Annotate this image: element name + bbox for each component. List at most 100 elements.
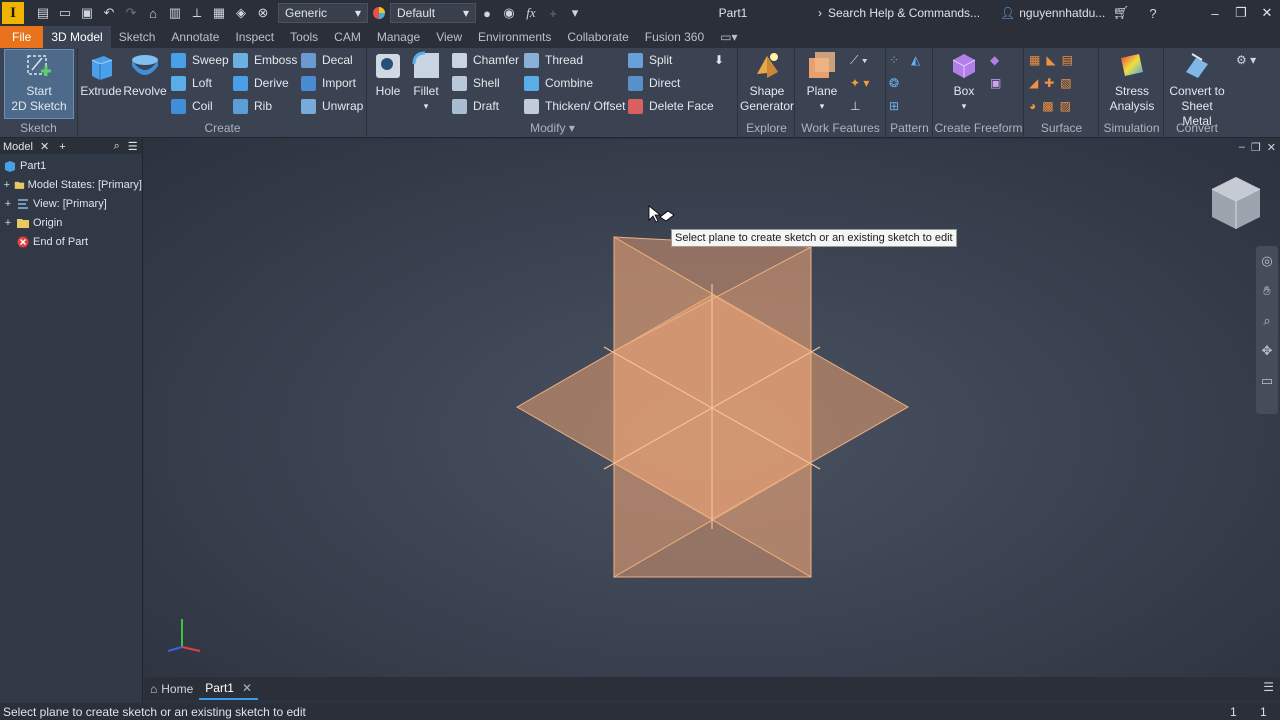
tab-menu-icon[interactable]: ☰ (1263, 680, 1274, 694)
adjust-icon[interactable]: ◉ (498, 2, 520, 24)
box-button[interactable]: Box ▾ (944, 50, 984, 114)
plane-button[interactable]: Plane ▾ (800, 50, 844, 114)
select-mode-icon[interactable]: ◈ (230, 2, 252, 24)
tab-manage[interactable]: Manage (369, 26, 428, 48)
tab-home[interactable]: ⌂ Home (144, 678, 199, 700)
pan-icon[interactable]: ✋︎ (1256, 276, 1278, 306)
import-button[interactable]: Import (301, 73, 356, 93)
decal-button[interactable]: Decal (301, 50, 353, 70)
convert-sheet-metal-button[interactable]: Convert to Sheet Metal (1165, 50, 1229, 129)
coil-button[interactable]: Coil (171, 96, 213, 116)
shape-generator-button[interactable]: Shape Generator (739, 50, 795, 114)
rectangular-pattern-button[interactable]: ⁘ (889, 50, 899, 70)
tree-item-view[interactable]: + View: [Primary] (0, 194, 142, 213)
steering-wheel-icon[interactable]: ◎ (1256, 246, 1278, 276)
home-icon[interactable]: ⌂ (142, 2, 164, 24)
project-icon[interactable]: ▥ (164, 2, 186, 24)
extrude-button[interactable]: Extrude (80, 50, 122, 99)
parameters-icon[interactable]: fx (520, 2, 542, 24)
cart-icon[interactable]: 🛒︎ (1110, 2, 1132, 24)
menu-icon[interactable]: ☰ (128, 140, 138, 153)
plus-icon[interactable]: + (542, 2, 564, 24)
expand-icon[interactable]: + (3, 198, 13, 210)
redo-icon[interactable]: ↷ (120, 2, 142, 24)
measure-icon[interactable]: ⟂ (186, 2, 208, 24)
search-icon[interactable]: ⌕ (114, 140, 120, 153)
close-icon[interactable]: ✕ (1254, 5, 1280, 21)
surface-tools-row-2[interactable]: ◢✚▧ (1029, 73, 1078, 93)
chamfer-button[interactable]: Chamfer (452, 50, 519, 70)
tree-item-model-states[interactable]: + Model States: [Primary] (0, 175, 142, 194)
split-button[interactable]: Split (628, 50, 672, 70)
appearance-icon[interactable]: ● (476, 2, 498, 24)
appearance-select[interactable]: Generic ▾ (278, 3, 368, 23)
stress-analysis-button[interactable]: Stress Analysis (1102, 50, 1162, 114)
surface-tools-row-1[interactable]: ▦◣▤ (1029, 50, 1079, 70)
emboss-button[interactable]: Emboss (233, 50, 297, 70)
zoom-icon[interactable]: ⌕ (1256, 306, 1278, 336)
convert-freeform-button[interactable]: ▣ (990, 73, 1001, 93)
unwrap-button[interactable]: Unwrap (301, 96, 363, 116)
tab-sketch[interactable]: Sketch (111, 26, 164, 48)
save-icon[interactable]: ▣ (76, 2, 98, 24)
panel-title-modify[interactable]: Modify ▾ (368, 121, 737, 135)
tab-environments[interactable]: Environments (470, 26, 559, 48)
ribbon-display-toggle-icon[interactable]: ▭▾ (712, 26, 745, 48)
open-icon[interactable]: ▭ (54, 2, 76, 24)
tab-collaborate[interactable]: Collaborate (559, 26, 636, 48)
start-2d-sketch-button[interactable]: Start 2D Sketch (4, 49, 74, 119)
tree-item-part1[interactable]: Part1 (0, 156, 142, 175)
tab-fusion-360[interactable]: Fusion 360 (637, 26, 712, 48)
minimize-icon[interactable]: – (1202, 6, 1228, 21)
update-icon[interactable]: ▦ (208, 2, 230, 24)
clear-icon[interactable]: ⊗ (252, 2, 274, 24)
color-wheel-icon[interactable] (368, 2, 390, 24)
ucs-button[interactable]: ⊥ (850, 96, 860, 116)
new-icon[interactable]: ▤ (32, 2, 54, 24)
app-logo[interactable]: I (2, 2, 24, 24)
thicken-offset-button[interactable]: Thicken/ Offset (524, 96, 625, 116)
tab-model[interactable]: Model (0, 141, 36, 153)
delete-face-button[interactable]: Delete Face (628, 96, 714, 116)
help-icon[interactable]: ? (1142, 2, 1164, 24)
undo-icon[interactable]: ↶ (98, 2, 120, 24)
view-face-icon[interactable]: ▭ (1256, 366, 1278, 396)
mirror-button[interactable]: ◭ (911, 50, 920, 70)
modify-more-button[interactable]: ⬇︎ (714, 50, 724, 70)
rib-button[interactable]: Rib (233, 96, 272, 116)
customize-qat-icon[interactable]: ▾ (564, 2, 586, 24)
user-account[interactable]: 👤︎ nguyennhatdu... (1000, 3, 1105, 23)
tab-part1[interactable]: Part1 ✕ (199, 678, 259, 700)
expand-icon[interactable]: + (3, 179, 11, 191)
surface-tools-row-3[interactable]: ◕▩▨ (1029, 96, 1077, 116)
tab-inspect[interactable]: Inspect (227, 26, 282, 48)
close-icon[interactable]: ✕ (40, 140, 49, 153)
sweep-button[interactable]: Sweep (171, 50, 229, 70)
draft-button[interactable]: Draft (452, 96, 499, 116)
point-button[interactable]: ✦ ▾ (850, 73, 869, 93)
orbit-icon[interactable]: ✥ (1256, 336, 1278, 366)
tree-item-end-of-part[interactable]: End of Part (0, 232, 142, 251)
add-tab-icon[interactable]: + (59, 141, 65, 153)
sketch-pattern-button[interactable]: ⊞ (889, 96, 899, 116)
viewcube[interactable] (1208, 173, 1264, 233)
tab-cam[interactable]: CAM (326, 26, 369, 48)
direct-button[interactable]: Direct (628, 73, 680, 93)
loft-button[interactable]: Loft (171, 73, 212, 93)
expand-icon[interactable]: + (3, 217, 13, 229)
combine-button[interactable]: Combine (524, 73, 593, 93)
derive-button[interactable]: Derive (233, 73, 289, 93)
tab-tools[interactable]: Tools (282, 26, 326, 48)
circular-pattern-button[interactable]: ❂ (889, 73, 899, 93)
tab-annotate[interactable]: Annotate (163, 26, 227, 48)
close-icon[interactable]: ✕ (242, 681, 252, 695)
tree-item-origin[interactable]: + Origin (0, 213, 142, 232)
search-input[interactable]: › Search Help & Commands... (818, 3, 996, 23)
tab-3d-model[interactable]: 3D Model (43, 26, 111, 48)
ribbon-options-button[interactable]: ⚙︎ ▾ (1236, 50, 1256, 70)
tab-file[interactable]: File (0, 26, 44, 48)
graphics-viewport[interactable]: – ❐ ✕ Select plane to create sketch or a… (144, 139, 1280, 677)
revolve-button[interactable]: Revolve (123, 50, 167, 99)
fillet-button[interactable]: Fillet ▾ (408, 50, 444, 114)
hole-button[interactable]: Hole (370, 50, 406, 99)
